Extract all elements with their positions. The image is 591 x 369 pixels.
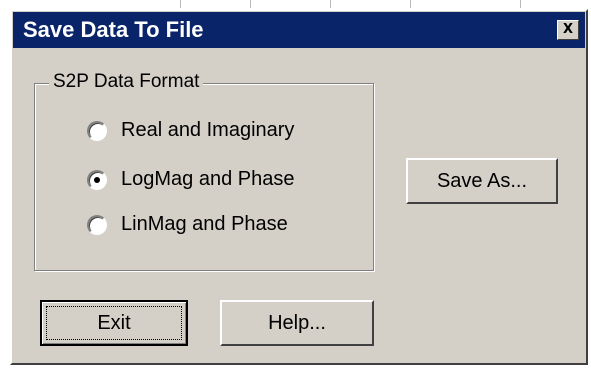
background-strip <box>0 0 591 8</box>
help-label: Help... <box>268 312 326 334</box>
background-tick <box>180 0 181 8</box>
save-data-dialog: Save Data To File X S2P Data Format Real… <box>10 9 588 365</box>
radio-label: Real and Imaginary <box>121 119 295 141</box>
radio-selected-dot <box>94 177 100 183</box>
help-button[interactable]: Help... <box>220 300 374 346</box>
group-legend: S2P Data Format <box>49 71 204 93</box>
background-tick <box>250 0 251 8</box>
close-button[interactable]: X <box>557 20 579 40</box>
background-tick <box>410 0 411 8</box>
save-as-label: Save As... <box>436 170 528 192</box>
background-tick <box>330 0 331 8</box>
exit-label: Exit <box>97 312 131 334</box>
window-title: Save Data To File <box>23 17 204 42</box>
radio-button-icon[interactable] <box>87 121 107 141</box>
radio-button-icon[interactable] <box>87 170 107 190</box>
title-bar[interactable]: Save Data To File X <box>13 12 585 48</box>
exit-button[interactable]: Exit <box>40 300 188 346</box>
close-icon: X <box>562 22 574 37</box>
save-as-button[interactable]: Save As... <box>406 158 558 204</box>
radio-label: LinMag and Phase <box>121 213 288 235</box>
background-tick <box>520 0 521 8</box>
s2p-data-format-group: S2P Data Format Real and Imaginary LogMa… <box>34 71 374 271</box>
radio-label: LogMag and Phase <box>121 168 295 190</box>
radio-button-icon[interactable] <box>87 215 107 235</box>
